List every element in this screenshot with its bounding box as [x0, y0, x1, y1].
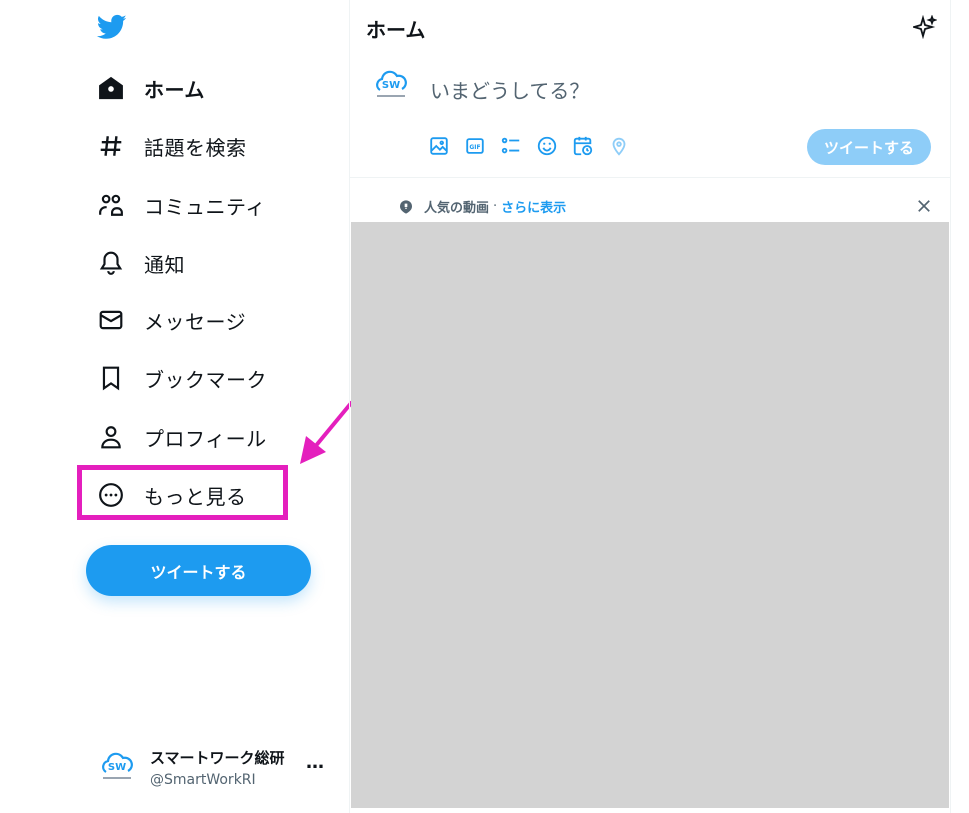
compose-tweet-input[interactable] [428, 76, 832, 106]
sidebar-item-label: 話題を検索 [144, 135, 247, 160]
highlight-annotation-box [77, 465, 288, 520]
composer-avatar: SW [370, 64, 412, 106]
annotation-arrow-icon [300, 400, 354, 464]
sidebar-item-label: プロフィール [144, 426, 267, 451]
poll-icon[interactable] [500, 135, 522, 157]
main-timeline: ホーム SW GIF ツイートする [349, 0, 951, 813]
location-icon[interactable] [608, 135, 630, 157]
bell-icon [99, 251, 123, 275]
divider [350, 177, 950, 178]
sidebar-item-profile[interactable]: プロフィール [86, 415, 267, 459]
sidebar-item-bookmarks[interactable]: ブックマーク [86, 356, 267, 400]
envelope-icon [99, 310, 123, 330]
sparkle-icon[interactable] [913, 15, 937, 39]
media-placeholder [351, 222, 949, 808]
topic-icon [400, 199, 412, 214]
svg-text:SW: SW [382, 80, 400, 91]
bookmark-icon [102, 366, 120, 391]
show-more-link[interactable]: さらに表示 [501, 197, 566, 216]
topic-label: 人気の動画 [424, 201, 490, 216]
tweet-button[interactable]: ツイートする [86, 545, 311, 596]
sidebar-item-explore[interactable]: 話題を検索 [86, 124, 247, 168]
composer-toolbar: GIF [428, 135, 644, 157]
gif-icon[interactable]: GIF [464, 135, 486, 157]
home-icon [99, 76, 123, 100]
account-handle: @SmartWorkRI [150, 771, 256, 788]
smartwork-logo-icon: SW [102, 752, 133, 779]
hashtag-icon [100, 136, 122, 156]
sidebar-item-label: コミュニティ [144, 194, 266, 219]
emoji-icon[interactable] [536, 135, 558, 157]
schedule-icon[interactable] [572, 135, 594, 157]
svg-text:SW: SW [108, 762, 126, 773]
account-more-icon[interactable]: … [306, 752, 325, 773]
sidebar-item-notifications[interactable]: 通知 [86, 241, 185, 285]
sidebar-item-communities[interactable]: コミュニティ [86, 183, 266, 227]
person-icon [101, 426, 121, 449]
page-title: ホーム [366, 18, 426, 42]
sidebar-item-label: ホーム [144, 77, 205, 102]
topic-separator: · [493, 199, 498, 214]
image-icon[interactable] [428, 135, 450, 157]
sidebar-item-label: 通知 [144, 252, 185, 277]
svg-text:GIF: GIF [469, 144, 480, 151]
communities-icon [99, 194, 123, 216]
close-icon[interactable] [915, 197, 933, 215]
sidebar-item-label: メッセージ [144, 309, 247, 334]
compose-tweet-button[interactable]: ツイートする [807, 129, 931, 165]
account-name: スマートワーク総研 [150, 748, 285, 767]
smartwork-logo-icon: SW [376, 70, 407, 97]
topic-header: 人気の動画 · さらに表示 [398, 197, 566, 216]
sidebar-item-label: ブックマーク [144, 367, 267, 392]
avatar: SW [96, 746, 138, 788]
sidebar-item-home[interactable]: ホーム [86, 66, 205, 110]
sidebar: ホーム 話題を検索 コミュニティ 通知 メッセージ ブックマーク プロフィール … [0, 0, 354, 813]
sidebar-item-messages[interactable]: メッセージ [86, 298, 246, 342]
account-switcher[interactable]: SW スマートワーク総研 @SmartWorkRI … [96, 742, 336, 792]
twitter-logo-icon[interactable] [96, 12, 128, 42]
